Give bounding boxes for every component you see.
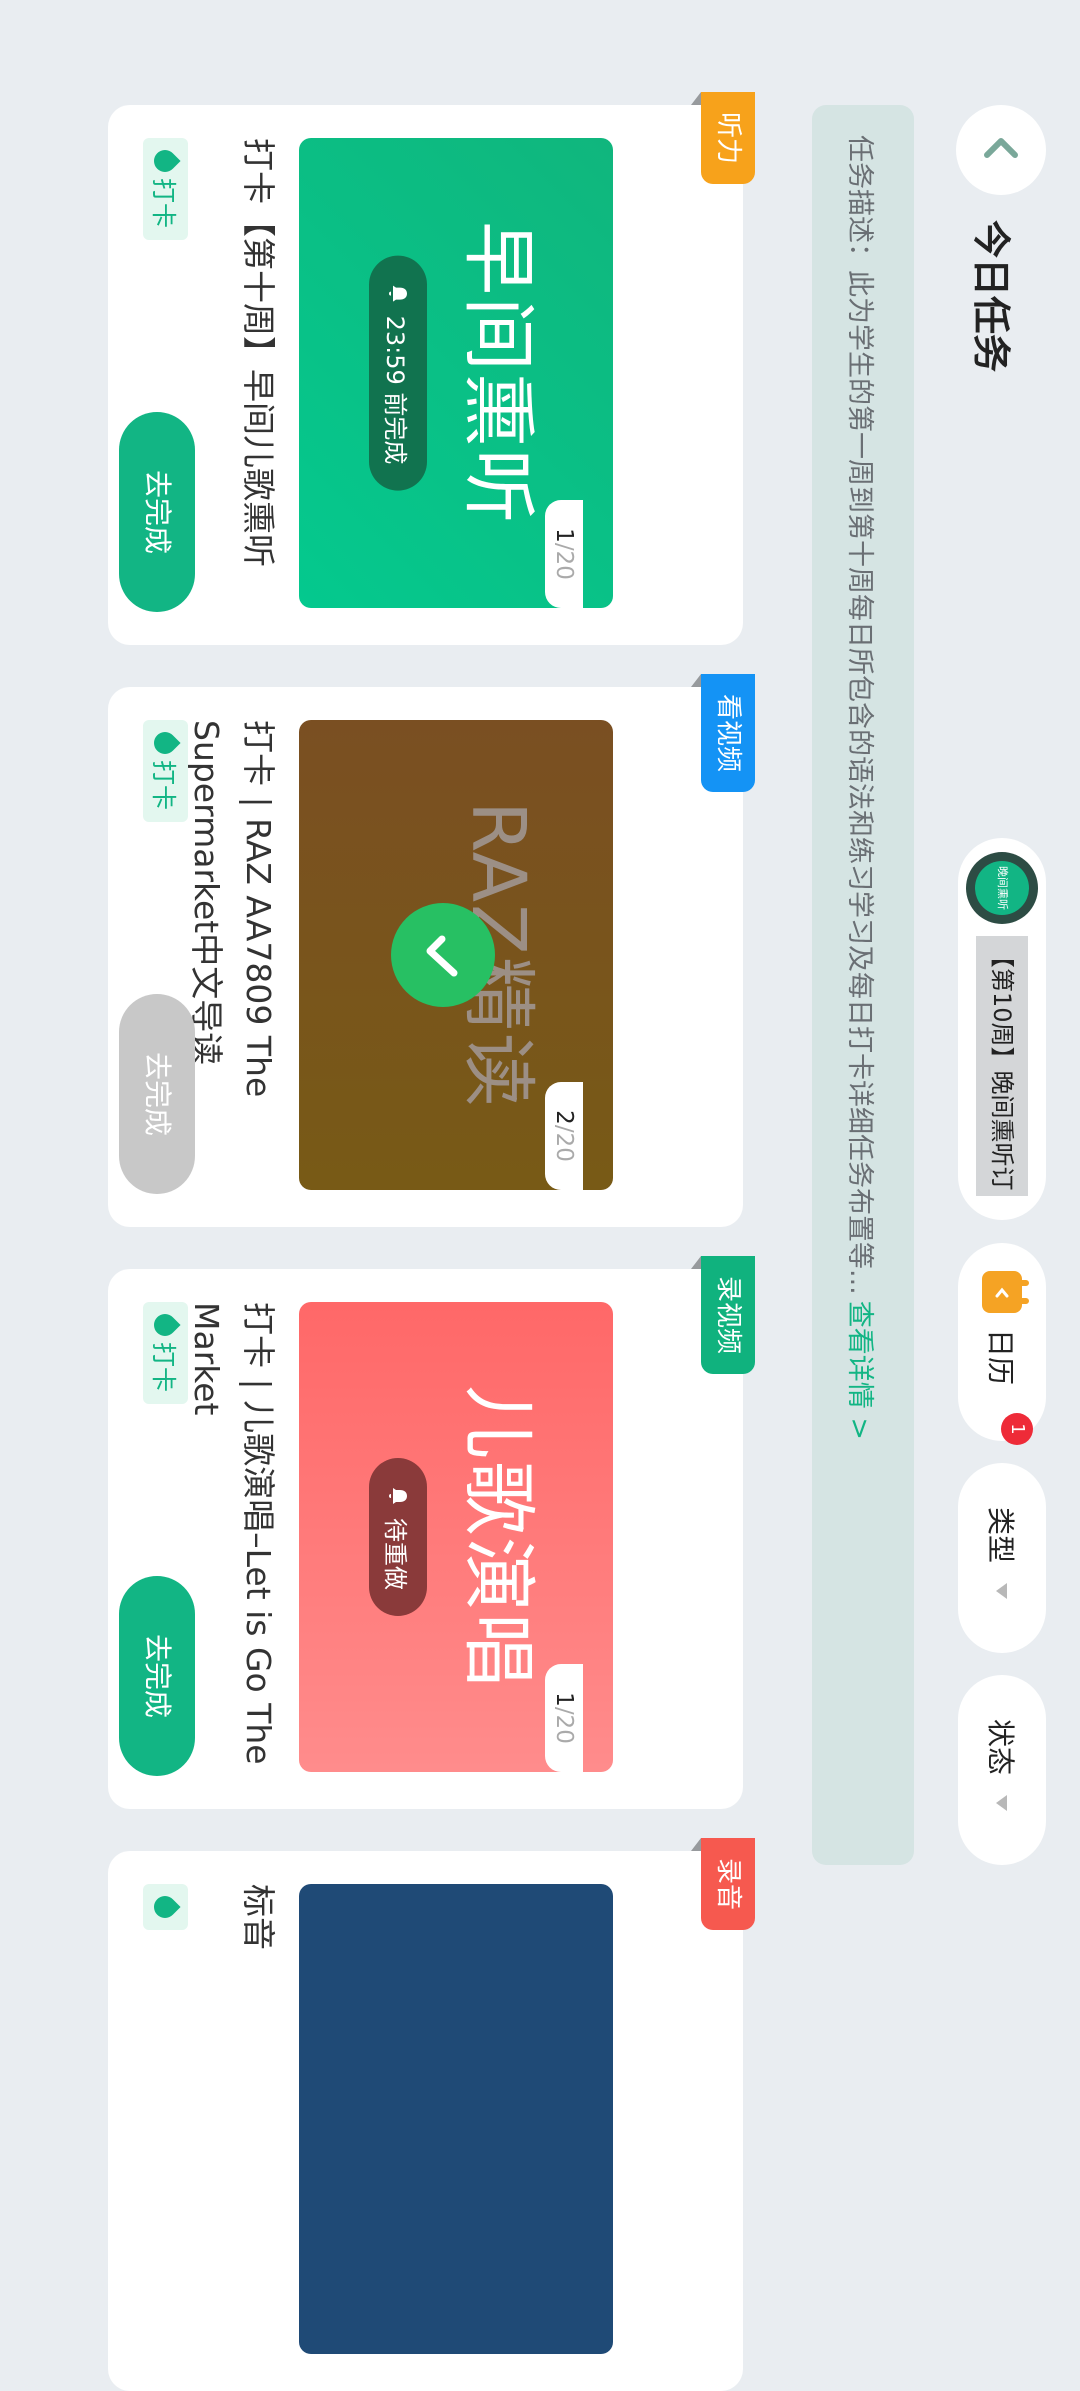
leaf-icon: [149, 145, 182, 177]
check-in-label: 打卡: [149, 760, 179, 811]
task-card[interactable]: 早间熏听 23:59 前完成 1/20 听力 打卡【第十周】早间儿歌熏听 打卡 …: [108, 92, 755, 645]
count-total: /20: [551, 1124, 577, 1162]
check-in-badge: 打卡: [143, 720, 188, 823]
calendar-badge: 1: [1001, 1413, 1033, 1445]
check-in-badge: 打卡: [143, 1302, 188, 1405]
task-description-text: 任务描述：此为学生的第一周到第十周每日所包含的语法和练习学习及每日打卡详细任务布…: [844, 135, 876, 1295]
go-complete-button[interactable]: 去完成: [119, 412, 195, 612]
task-card[interactable]: 儿歌演唱 待重做 1/20 录视频 打卡 | 儿歌演唱–Let is Go Th…: [108, 1256, 755, 1809]
leaf-icon: [149, 1309, 182, 1341]
count-current: 1: [551, 528, 577, 543]
type-filter[interactable]: 类型: [958, 1463, 1046, 1653]
task-card[interactable]: RAZ精读 2/20 看视频 打卡 | RAZ AA7809 The Super…: [108, 674, 755, 1227]
task-description: 任务描述：此为学生的第一周到第十周每日所包含的语法和练习学习及每日打卡详细任务布…: [812, 105, 914, 1865]
calendar-label: 日历: [984, 1329, 1017, 1386]
progress-count: 1/20: [545, 1664, 583, 1772]
count-current: 1: [551, 1692, 577, 1707]
check-circle-icon: [391, 903, 496, 1007]
thumbnail-title: 早间熏听: [455, 221, 541, 525]
task-type-tag: 录音: [701, 1838, 755, 1931]
task-thumbnail: 儿歌演唱 待重做 1/20: [299, 1302, 613, 1772]
status-text: 待重做: [381, 1518, 410, 1590]
task-card[interactable]: 录音 标音: [108, 1838, 755, 2391]
task-type-tag: 看视频: [701, 674, 755, 793]
page-title: 今日任务: [969, 220, 1013, 373]
count-current: 2: [551, 1110, 577, 1125]
state-filter-label: 状态: [984, 1719, 1017, 1776]
bell-icon: [389, 1488, 407, 1504]
task-title: 打卡 | RAZ AA7809 The Supermarket中文导读: [187, 720, 278, 1098]
dropdown-triangle-icon: [996, 1795, 1008, 1812]
type-filter-label: 类型: [984, 1507, 1017, 1564]
view-details-link[interactable]: 查看详情 >: [844, 1301, 883, 1440]
state-filter[interactable]: 状态: [958, 1675, 1046, 1865]
task-title: 打卡【第十周】早间儿歌熏听: [239, 138, 278, 567]
go-complete-button[interactable]: 去完成: [119, 1576, 195, 1776]
week-logo-text: 晚间熏听: [975, 861, 1029, 915]
task-thumbnail: [299, 1884, 613, 2354]
go-complete-button[interactable]: 去完成: [119, 994, 195, 1194]
task-title: 标音: [239, 1884, 278, 1950]
check-in-badge: [143, 1884, 188, 1930]
count-total: /20: [551, 542, 577, 580]
count-total: /20: [551, 1706, 577, 1744]
week-logo: 晚间熏听: [966, 852, 1038, 924]
thumbnail-title: 儿歌演唱: [455, 1385, 541, 1689]
chevron-left-icon: [984, 138, 1018, 158]
back-button[interactable]: [956, 105, 1046, 195]
check-in-badge: 打卡: [143, 138, 188, 241]
calendar-icon: [982, 1271, 1022, 1313]
check-in-label: 打卡: [149, 1342, 179, 1393]
check-in-label: 打卡: [149, 178, 179, 229]
task-type-tag: 录视频: [701, 1256, 755, 1375]
dropdown-triangle-icon: [996, 1583, 1008, 1600]
leaf-icon: [149, 727, 182, 759]
task-thumbnail: RAZ精读 2/20: [299, 720, 613, 1190]
week-selector[interactable]: 晚间熏听 【第10周】晚间熏听订: [958, 838, 1046, 1220]
week-label: 【第10周】晚间熏听订: [976, 936, 1028, 1196]
progress-count: 2/20: [545, 1082, 583, 1190]
deadline-pill: 23:59 前完成: [369, 255, 427, 491]
bell-icon: [389, 285, 407, 302]
task-thumbnail: 早间熏听 23:59 前完成 1/20: [299, 138, 613, 608]
progress-count: 1/20: [545, 500, 583, 608]
task-title: 打卡 | 儿歌演唱–Let is Go The Market: [187, 1302, 278, 1765]
task-type-tag: 听力: [701, 92, 755, 185]
redo-pill: 待重做: [369, 1458, 427, 1616]
calendar-button[interactable]: 日历: [958, 1243, 1046, 1441]
leaf-icon: [149, 1891, 182, 1923]
deadline-text: 23:59 前完成: [381, 315, 410, 465]
